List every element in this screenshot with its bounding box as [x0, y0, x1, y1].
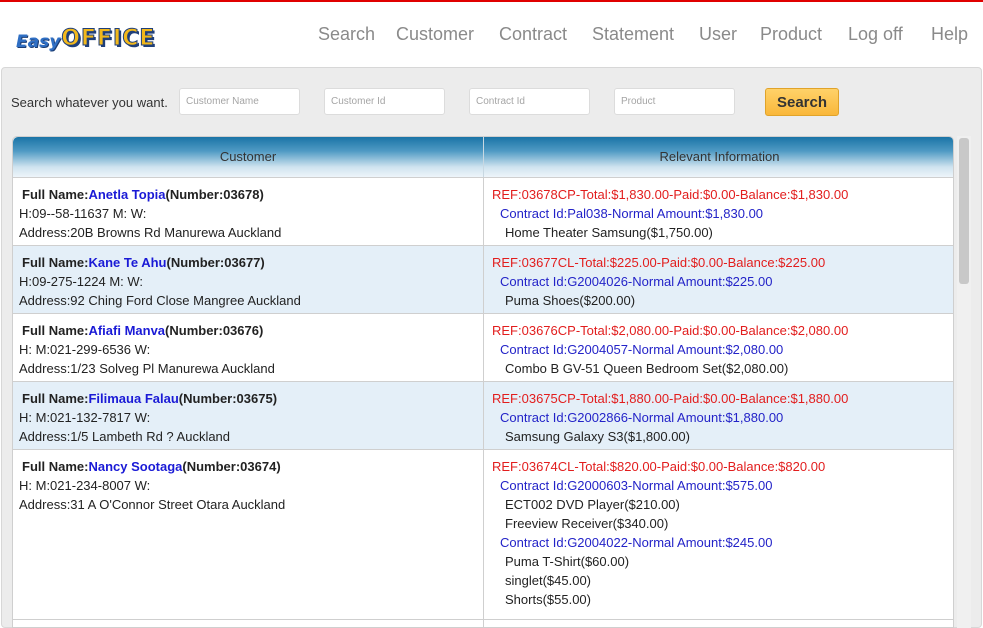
full-name-line: Full Name:Filimaua Falau(Number:03675) — [22, 389, 483, 408]
reference-summary[interactable]: REF:03678CP-Total:$1,830.00-Paid:$0.00-B… — [492, 185, 953, 204]
customer-phone: H: M:021-234-8007 W: — [19, 478, 151, 493]
full-name-line: Full Name:Afiafi Manva(Number:03676) — [22, 321, 483, 340]
customer-number: (Number:03678) — [165, 187, 264, 202]
customer-number: (Number:03675) — [178, 391, 278, 406]
table-row[interactable]: Full Name:Anetla Topia(Number:03678) H:0… — [13, 177, 953, 245]
nav-product[interactable]: Product — [760, 24, 822, 45]
full-name-line: Full Name:Kane Te Ahu(Number:03677) — [22, 253, 483, 272]
relevant-info-cell: REF:03675CP-Total:$1,880.00-Paid:$0.00-B… — [484, 382, 953, 449]
customer-address: Address:20B Browns Rd Manurewa Auckland — [19, 225, 282, 240]
nav-user[interactable]: User — [699, 24, 737, 45]
logo-text-easy: Easy — [16, 32, 61, 52]
customer-number: (Number:03674) — [182, 459, 281, 474]
column-header-relevant-information: Relevant Information — [659, 149, 780, 164]
contract-line[interactable]: Contract Id:G2004022-Normal Amount:$245.… — [492, 533, 953, 552]
customer-address: Address:92 Ching Ford Close Mangree Auck… — [19, 293, 301, 308]
product-line: Puma T-Shirt($60.00) — [505, 554, 630, 569]
customer-name-link[interactable]: Anetla Topia — [88, 187, 165, 202]
nav-search[interactable]: Search — [318, 24, 375, 45]
customer-number: (Number:03676) — [165, 323, 264, 338]
customer-cell: Full Name:Kane Te Ahu(Number:03677) H:09… — [13, 246, 484, 313]
relevant-info-cell: REF:03678CP-Total:$1,830.00-Paid:$0.00-B… — [484, 178, 953, 245]
logo-text-office: OFFICE — [61, 26, 156, 52]
product-input[interactable] — [614, 88, 735, 115]
contract-id-input[interactable] — [469, 88, 590, 115]
full-name-line: Full Name:Nancy Sootaga(Number:03674) — [22, 457, 483, 476]
contract-line[interactable]: Contract Id:G2000603-Normal Amount:$575.… — [492, 476, 953, 495]
relevant-info-cell: REF:03676CP-Total:$2,080.00-Paid:$0.00-B… — [484, 314, 953, 381]
customer-name-link[interactable]: Nancy Sootaga — [88, 459, 182, 474]
contract-line[interactable]: Contract Id:G2002866-Normal Amount:$1,88… — [492, 408, 953, 427]
relevant-info-cell: REF:03674CL-Total:$820.00-Paid:$0.00-Bal… — [484, 450, 953, 619]
search-prompt: Search whatever you want. — [11, 95, 168, 110]
full-name-label: Full Name: — [22, 187, 89, 202]
full-name-label: Full Name: — [22, 391, 89, 406]
customer-name-link[interactable]: Filimaua Falau — [88, 391, 178, 406]
customer-number: (Number:03677) — [166, 255, 265, 270]
scrollbar-thumb[interactable] — [959, 138, 969, 284]
reference-summary[interactable]: REF:03677CL-Total:$225.00-Paid:$0.00-Bal… — [492, 253, 953, 272]
customer-name-link[interactable]: Kane Te Ahu — [88, 255, 166, 270]
customer-address: Address:1/23 Solveg Pl Manurewa Auckland — [19, 361, 275, 376]
product-line: Combo B GV-51 Queen Bedroom Set($2,080.0… — [505, 361, 789, 376]
nav-help[interactable]: Help — [931, 24, 968, 45]
full-name-label: Full Name: — [22, 459, 89, 474]
table-row[interactable]: Full Name:Filimaua Falau(Number:03675) H… — [13, 381, 953, 449]
reference-summary[interactable]: REF:03674CL-Total:$820.00-Paid:$0.00-Bal… — [492, 457, 953, 476]
product-line: ECT002 DVD Player($210.00) — [505, 497, 680, 512]
customer-cell — [13, 620, 484, 627]
relevant-info-cell: REF:03677CL-Total:$225.00-Paid:$0.00-Bal… — [484, 246, 953, 313]
nav-contract[interactable]: Contract — [499, 24, 567, 45]
customer-phone: H: M:021-132-7817 W: — [19, 410, 151, 425]
customer-name-input[interactable] — [179, 88, 300, 115]
table-row[interactable]: Full Name:Afiafi Manva(Number:03676) H: … — [13, 313, 953, 381]
full-name-label: Full Name: — [22, 323, 89, 338]
table-row[interactable]: Full Name:Kane Te Ahu(Number:03677) H:09… — [13, 245, 953, 313]
full-name-label: Full Name: — [22, 255, 89, 270]
nav-statement[interactable]: Statement — [592, 24, 674, 45]
customer-address: Address:1/5 Lambeth Rd ? Auckland — [19, 429, 231, 444]
results-table: Customer Relevant Information Full Name:… — [12, 136, 954, 628]
reference-summary[interactable]: REF:03675CP-Total:$1,880.00-Paid:$0.00-B… — [492, 389, 953, 408]
product-line: Freeview Receiver($340.00) — [505, 516, 669, 531]
customer-phone: H:09-275-1224 M: W: — [19, 274, 144, 289]
contract-line[interactable]: Contract Id:G2004057-Normal Amount:$2,08… — [492, 340, 953, 359]
table-row[interactable]: Full Name:Nancy Sootaga(Number:03674) H:… — [13, 449, 953, 619]
full-name-line: Full Name:Anetla Topia(Number:03678) — [22, 185, 483, 204]
product-line: Samsung Galaxy S3($1,800.00) — [505, 429, 690, 444]
customer-cell: Full Name:Filimaua Falau(Number:03675) H… — [13, 382, 484, 449]
nav-customer[interactable]: Customer — [396, 24, 474, 45]
reference-summary[interactable]: REF:03676CP-Total:$2,080.00-Paid:$0.00-B… — [492, 321, 953, 340]
contract-line[interactable]: Contract Id:G2004026-Normal Amount:$225.… — [492, 272, 953, 291]
customer-cell: Full Name:Anetla Topia(Number:03678) H:0… — [13, 178, 484, 245]
product-line: singlet($45.00) — [505, 573, 591, 588]
customer-phone: H: M:021-299-6536 W: — [19, 342, 151, 357]
product-line: Home Theater Samsung($1,750.00) — [505, 225, 713, 240]
product-line: Shorts($55.00) — [505, 592, 591, 607]
customer-cell: Full Name:Afiafi Manva(Number:03676) H: … — [13, 314, 484, 381]
customer-id-input[interactable] — [324, 88, 445, 115]
search-button[interactable]: Search — [765, 88, 839, 116]
product-line: Puma Shoes($200.00) — [505, 293, 636, 308]
table-row-partial — [13, 619, 953, 627]
column-header-customer: Customer — [13, 137, 484, 177]
customer-phone: H:09--58-11637 M: W: — [19, 206, 147, 221]
customer-name-link[interactable]: Afiafi Manva — [88, 323, 165, 338]
table-scrollbar[interactable] — [957, 136, 971, 628]
easy-office-logo[interactable]: Easy OFFICE — [16, 22, 156, 53]
header: Easy OFFICE Search Customer Contract Sta… — [0, 2, 983, 60]
nav-log-off[interactable]: Log off — [848, 24, 903, 45]
table-header: Customer Relevant Information — [13, 137, 953, 177]
customer-address: Address:31 A O'Connor Street Otara Auckl… — [19, 497, 286, 512]
customer-cell: Full Name:Nancy Sootaga(Number:03674) H:… — [13, 450, 484, 619]
contract-line[interactable]: Contract Id:Pal038-Normal Amount:$1,830.… — [492, 204, 953, 223]
